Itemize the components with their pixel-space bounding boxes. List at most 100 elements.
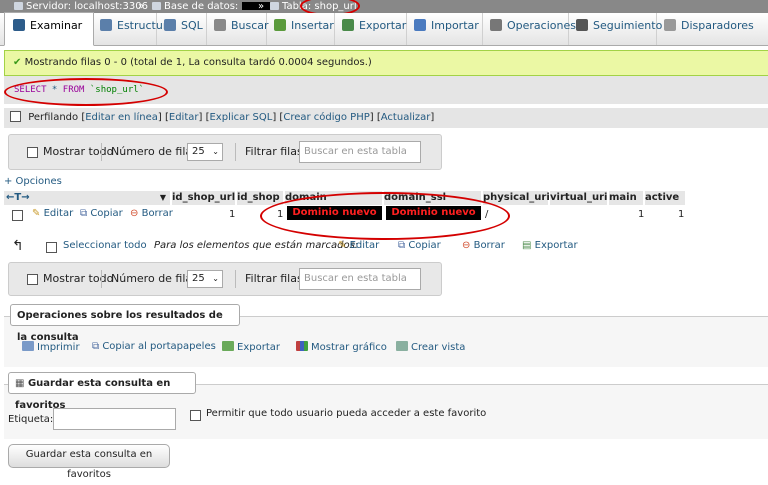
copy-icon: ⧉ <box>92 341 100 352</box>
show-all-label: Mostrar todo <box>43 272 114 285</box>
filter-label: Filtrar filas: <box>245 145 307 158</box>
export-button[interactable]: Exportar <box>222 341 280 353</box>
search-icon <box>214 19 226 31</box>
redacted-database-name <box>241 2 270 10</box>
filter-input[interactable]: Buscar en esta tabla <box>299 268 421 290</box>
trigger-icon <box>664 19 676 31</box>
insert-icon <box>274 19 286 31</box>
divider <box>235 270 236 288</box>
filter-input[interactable]: Buscar en esta tabla <box>299 141 421 163</box>
show-all-checkbox[interactable] <box>27 147 38 158</box>
check-icon: ✔ <box>13 57 22 68</box>
bulk-edit-button[interactable]: ✎ Editar <box>338 240 379 251</box>
bookmark-legend: ▦ Guardar esta consulta en favoritos <box>8 372 196 411</box>
navigation-bar-bottom: Mostrar todo Número de filas: 25 ⌄ Filtra… <box>8 262 442 296</box>
bulk-copy-button[interactable]: ⧉ Copiar <box>398 240 441 251</box>
options-link[interactable]: + Opciones <box>4 176 62 187</box>
print-button[interactable]: Imprimir <box>22 341 80 353</box>
chevron-down-icon: ⌄ <box>212 274 219 283</box>
column-header-main[interactable]: main <box>609 191 643 205</box>
tab-buscar[interactable]: Buscar <box>206 13 269 45</box>
tab-seguimiento[interactable]: Seguimiento <box>568 13 662 45</box>
tab-operaciones[interactable]: Operaciones <box>482 13 576 45</box>
export-icon <box>342 19 354 31</box>
bracket: [ <box>161 112 169 123</box>
profiling-link[interactable]: Editar en línea <box>85 112 158 123</box>
row-delete-button[interactable]: ⊖ Borrar <box>130 208 173 219</box>
tab-importar[interactable]: Importar <box>406 13 483 45</box>
rows-select[interactable]: 25 ⌄ <box>187 270 223 288</box>
wrench-icon <box>490 19 502 31</box>
bookmark-icon: ▦ <box>15 378 25 389</box>
select-all-checkbox[interactable] <box>46 242 57 253</box>
profiling-bar: Perfilando [Editar en línea] [Editar] [E… <box>4 108 768 128</box>
profiling-links: [Editar en línea] [Editar] [Explicar SQL… <box>81 112 434 123</box>
label-input[interactable] <box>53 408 176 430</box>
sort-down-icon: ▼ <box>159 193 166 202</box>
navigation-bar-top: Mostrar todo Número de filas: 25 ⌄ Filtra… <box>8 134 442 170</box>
breadcrumb-database[interactable]: Base de datos: <box>152 0 270 13</box>
row-copy-button[interactable]: ⧉ Copiar <box>80 208 123 219</box>
browse-icon <box>13 19 25 31</box>
select-all-label[interactable]: Seleccionar todo <box>63 240 147 251</box>
cell-active[interactable]: 1 <box>678 207 684 223</box>
profiling-link[interactable]: Crear código PHP <box>283 112 369 123</box>
copy-clipboard-button[interactable]: ⧉ Copiar al portapapeles <box>92 341 216 352</box>
public-bookmark-checkbox[interactable] <box>190 410 201 421</box>
tab-disparadores[interactable]: Disparadores <box>656 13 768 45</box>
table-icon <box>270 2 279 10</box>
annotation-ellipse <box>4 78 168 106</box>
export-icon: ▤ <box>522 240 532 251</box>
cell-main[interactable]: 1 <box>638 207 644 223</box>
profiling-link[interactable]: Editar <box>169 112 199 123</box>
column-header-active[interactable]: active <box>645 191 685 205</box>
tab-examinar[interactable]: Examinar <box>4 12 94 46</box>
tab-sql[interactable]: SQL <box>156 13 207 45</box>
divider <box>101 143 102 161</box>
success-message: ✔ Mostrando filas 0 - 0 (total de 1, La … <box>4 50 768 76</box>
delete-icon: ⊖ <box>130 208 139 219</box>
structure-icon <box>100 19 112 31</box>
profiling-link[interactable]: Actualizar <box>381 112 431 123</box>
delete-icon: ⊖ <box>462 240 471 251</box>
tab-estructura[interactable]: Estructura <box>92 13 174 45</box>
bracket: ] <box>430 112 435 123</box>
tab-bar: Examinar Estructura SQL Buscar Insertar Expor… <box>0 12 768 46</box>
with-selected-label: Para los elementos que están marcados: <box>154 240 359 251</box>
copy-icon: ⧉ <box>398 240 406 251</box>
create-view-button[interactable]: Crear vista <box>396 341 465 353</box>
bracket: [ <box>373 112 381 123</box>
chart-button[interactable]: Mostrar gráfico <box>296 341 387 353</box>
tab-insertar[interactable]: Insertar <box>266 13 335 45</box>
show-all-checkbox[interactable] <box>27 274 38 285</box>
tab-exportar[interactable]: Exportar <box>334 13 407 45</box>
column-header-actions: ←T→ ▼ <box>4 191 170 205</box>
breadcrumb: Servidor: localhost:3306 » Base de datos… <box>0 0 768 13</box>
bulk-delete-button[interactable]: ⊖ Borrar <box>462 240 505 251</box>
divider <box>101 270 102 288</box>
server-icon <box>14 2 23 10</box>
database-icon <box>152 2 161 10</box>
bulk-export-button[interactable]: ▤ Exportar <box>522 240 578 251</box>
profiling-link[interactable]: Explicar SQL <box>209 112 272 123</box>
annotation-ellipse <box>260 192 510 240</box>
column-arrows[interactable]: ←T→ <box>6 192 30 203</box>
row-checkbox[interactable] <box>12 210 23 221</box>
pencil-icon: ✎ <box>338 240 347 251</box>
pencil-icon: ✎ <box>32 208 41 219</box>
export-icon <box>222 341 234 351</box>
column-header-virtual-uri[interactable]: virtual_uri <box>550 191 607 205</box>
copy-icon: ⧉ <box>80 208 88 219</box>
profiling-checkbox[interactable] <box>10 111 21 122</box>
breadcrumb-separator: » <box>138 1 145 12</box>
arrow-up-left-icon: ↰ <box>12 238 24 254</box>
row-edit-button[interactable]: ✎ Editar <box>32 208 73 219</box>
sql-icon <box>164 19 176 31</box>
breadcrumb-separator: » <box>258 1 265 12</box>
public-bookmark-label: Permitir que todo usuario pueda acceder … <box>206 408 487 419</box>
save-bookmark-button[interactable]: Guardar esta consulta en favoritos <box>8 444 170 480</box>
print-icon <box>22 341 34 351</box>
column-header-id-shop-url[interactable]: id_shop_url <box>172 191 235 205</box>
cell-id-shop-url[interactable]: 1 <box>229 207 235 223</box>
rows-select[interactable]: 25 ⌄ <box>187 143 223 161</box>
